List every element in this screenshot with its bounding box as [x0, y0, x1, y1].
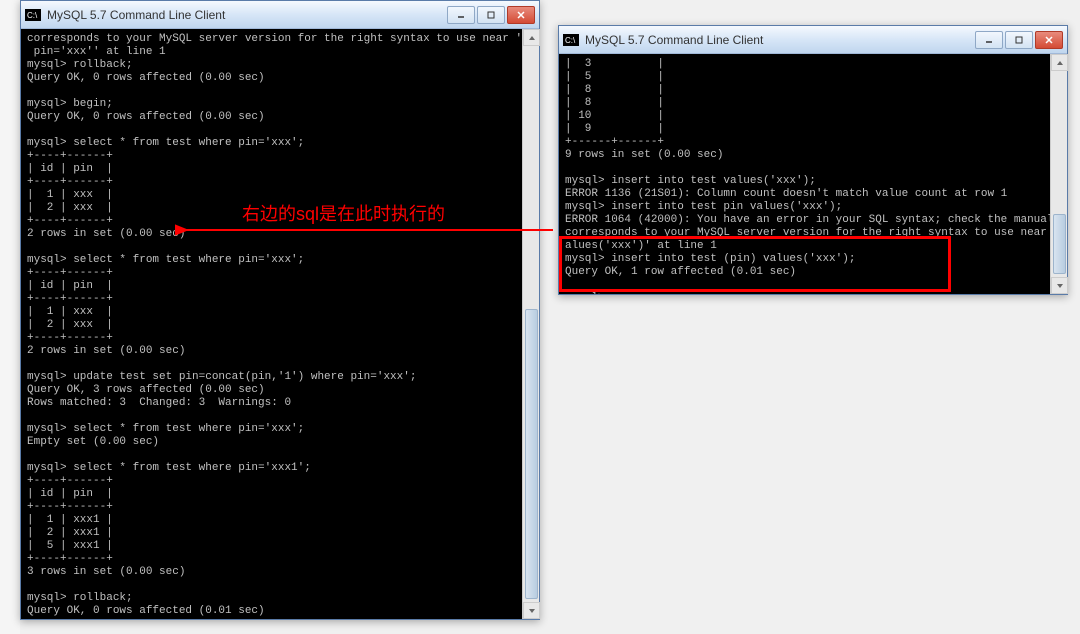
titlebar-right[interactable]: C:\ MySQL 5.7 Command Line Client	[559, 26, 1067, 54]
minimize-button[interactable]	[975, 31, 1003, 49]
maximize-button[interactable]	[477, 6, 505, 24]
mysql-cli-window-right: C:\ MySQL 5.7 Command Line Client | 3 | …	[558, 25, 1068, 295]
annotation-label: 右边的sql是在此时执行的	[242, 200, 445, 226]
svg-text:C:\: C:\	[565, 36, 576, 45]
background-strip	[0, 0, 20, 634]
close-button[interactable]	[1035, 31, 1063, 49]
terminal-content-left[interactable]: corresponds to your MySQL server version…	[21, 29, 539, 619]
window-title-left: MySQL 5.7 Command Line Client	[47, 8, 447, 22]
scrollbar-left[interactable]	[522, 29, 539, 619]
window-title-right: MySQL 5.7 Command Line Client	[585, 33, 975, 47]
terminal-content-right[interactable]: | 3 | | 5 | | 8 | | 8 | | 10 | | 9 | +--…	[559, 54, 1067, 294]
scroll-up-button[interactable]	[523, 29, 540, 46]
maximize-button[interactable]	[1005, 31, 1033, 49]
scroll-down-button[interactable]	[523, 602, 540, 619]
scrollbar-thumb-left[interactable]	[525, 309, 538, 599]
close-button[interactable]	[507, 6, 535, 24]
minimize-button[interactable]	[447, 6, 475, 24]
mysql-icon: C:\	[25, 7, 41, 23]
mysql-cli-window-left: C:\ MySQL 5.7 Command Line Client corres…	[20, 0, 540, 620]
window-controls-left	[447, 6, 535, 24]
mysql-icon: C:\	[563, 32, 579, 48]
scroll-down-button[interactable]	[1051, 277, 1068, 294]
svg-text:C:\: C:\	[27, 11, 38, 20]
titlebar-left[interactable]: C:\ MySQL 5.7 Command Line Client	[21, 1, 539, 29]
scroll-up-button[interactable]	[1051, 54, 1068, 71]
scrollbar-right[interactable]	[1050, 54, 1067, 294]
window-controls-right	[975, 31, 1063, 49]
scrollbar-thumb-right[interactable]	[1053, 214, 1066, 274]
